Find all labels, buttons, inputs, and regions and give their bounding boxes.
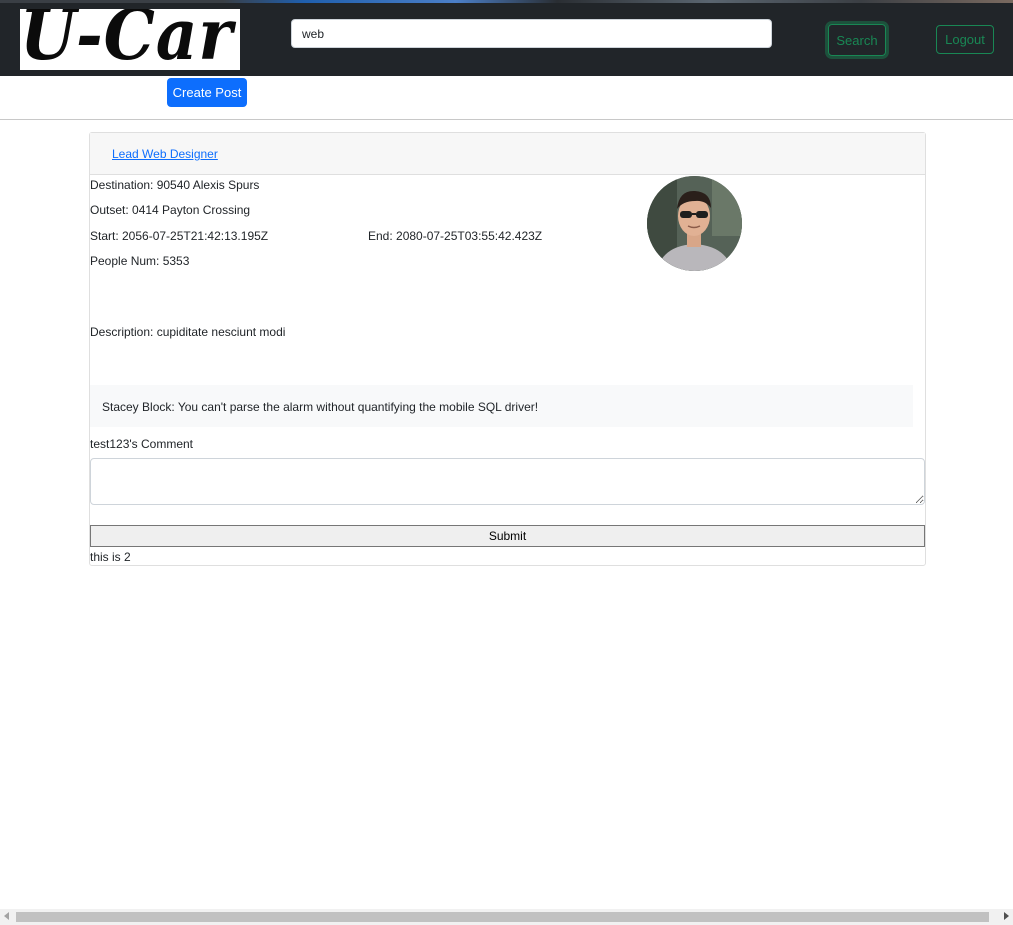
create-post-button[interactable]: Create Post xyxy=(167,78,247,107)
comment-form-label: test123's Comment xyxy=(90,437,194,451)
people-num-text: People Num: 5353 xyxy=(90,254,190,268)
submit-button[interactable]: Submit xyxy=(90,525,925,547)
horizontal-scrollbar[interactable] xyxy=(0,909,1013,925)
logout-button[interactable]: Logout xyxy=(936,25,994,54)
navbar: U-Car Search Logout xyxy=(0,3,1013,76)
search-button[interactable]: Search xyxy=(828,24,886,56)
scroll-left-icon[interactable] xyxy=(4,912,9,920)
post-card: Lead Web Designer Destination: 90540 Ale… xyxy=(89,132,926,566)
outset-text: Outset: 0414 Payton Crossing xyxy=(90,203,251,217)
destination-text: Destination: 90540 Alexis Spurs xyxy=(90,178,260,192)
comment-text: Stacey Block: You can't parse the alarm … xyxy=(102,400,539,414)
footer-text: this is 2 xyxy=(90,550,131,564)
post-title-link[interactable]: Lead Web Designer xyxy=(112,147,218,161)
divider xyxy=(0,119,1013,120)
logo[interactable]: U-Car xyxy=(20,9,240,70)
scroll-right-icon[interactable] xyxy=(1004,912,1009,920)
scrollbar-thumb[interactable] xyxy=(16,912,989,922)
start-text: Start: 2056-07-25T21:42:13.195Z xyxy=(90,229,269,243)
post-card-header: Lead Web Designer xyxy=(90,133,925,175)
logo-text: U-Car xyxy=(20,9,234,70)
comment-textarea[interactable] xyxy=(90,458,925,505)
comment-item: Stacey Block: You can't parse the alarm … xyxy=(90,385,913,427)
search-input[interactable] xyxy=(291,19,772,48)
end-text: End: 2080-07-25T03:55:42.423Z xyxy=(368,229,543,243)
description-text: Description: cupiditate nesciunt modi xyxy=(90,325,286,339)
avatar xyxy=(647,176,742,271)
